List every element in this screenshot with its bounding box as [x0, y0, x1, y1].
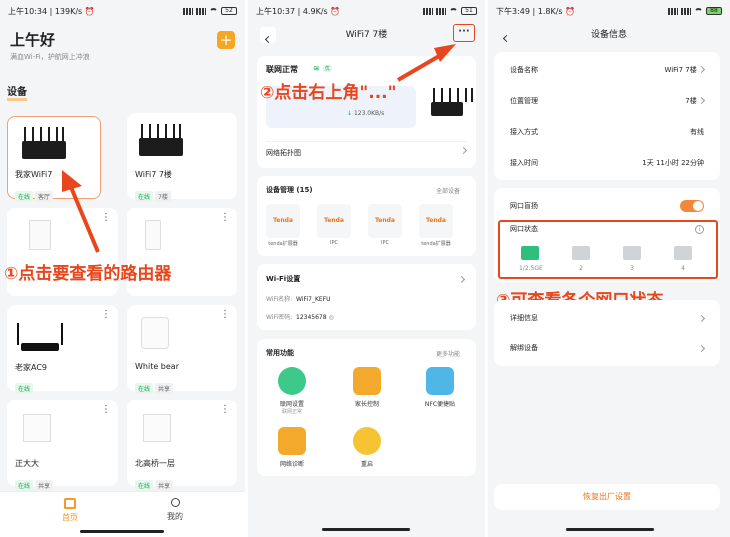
page-title: 设备信息	[590, 30, 627, 40]
unbind-row[interactable]: 解绑设备	[510, 343, 706, 353]
chevron-right-icon	[697, 314, 706, 322]
router-detail-screen: 上午10:37 | 4.9K/s ⏰ 51 WiFi7 7楼 ··· 联网正常 …	[248, 0, 485, 537]
chevron-right-icon	[697, 344, 706, 352]
chevron-right-icon	[697, 96, 706, 105]
reset-button[interactable]: 恢复出厂设置	[494, 484, 720, 510]
port-light-row: 网口盲扬	[510, 200, 704, 212]
location-row[interactable]: 位置管理 7楼	[510, 96, 706, 106]
port-light-toggle[interactable]	[680, 200, 704, 212]
access-time-row: 接入时间 1天 11小时 22分钟	[510, 159, 704, 167]
device-name-row[interactable]: 设备名称 WiFi7 7楼	[510, 65, 706, 75]
access-mode-row: 接入方式 有线	[510, 128, 704, 136]
annotation-step1: ①点击要查看的路由器	[4, 264, 172, 284]
gesture-bar	[566, 528, 654, 531]
status-bar: 下午3:49 | 1.8K/s ⏰ 88	[496, 4, 722, 18]
more-card: 详细信息 解绑设备	[494, 300, 720, 366]
details-row[interactable]: 详细信息	[510, 313, 706, 323]
device-info-screen: 下午3:49 | 1.8K/s ⏰ 88 设备信息 设备名称 WiFi7 7楼 位…	[488, 0, 730, 537]
annotation-box	[498, 220, 718, 279]
chevron-right-icon	[697, 65, 706, 74]
info-card: 设备名称 WiFi7 7楼 位置管理 7楼 接入方式 有线 接入时间 1天 11小时 2…	[494, 52, 720, 180]
home-screen: 上午10:34 | 139K/s ⏰ 52 上午好 满血Wi-Fi，护航网上冲浪…	[0, 0, 245, 537]
annotation-step2: ②点击右上角"..."	[260, 83, 397, 103]
